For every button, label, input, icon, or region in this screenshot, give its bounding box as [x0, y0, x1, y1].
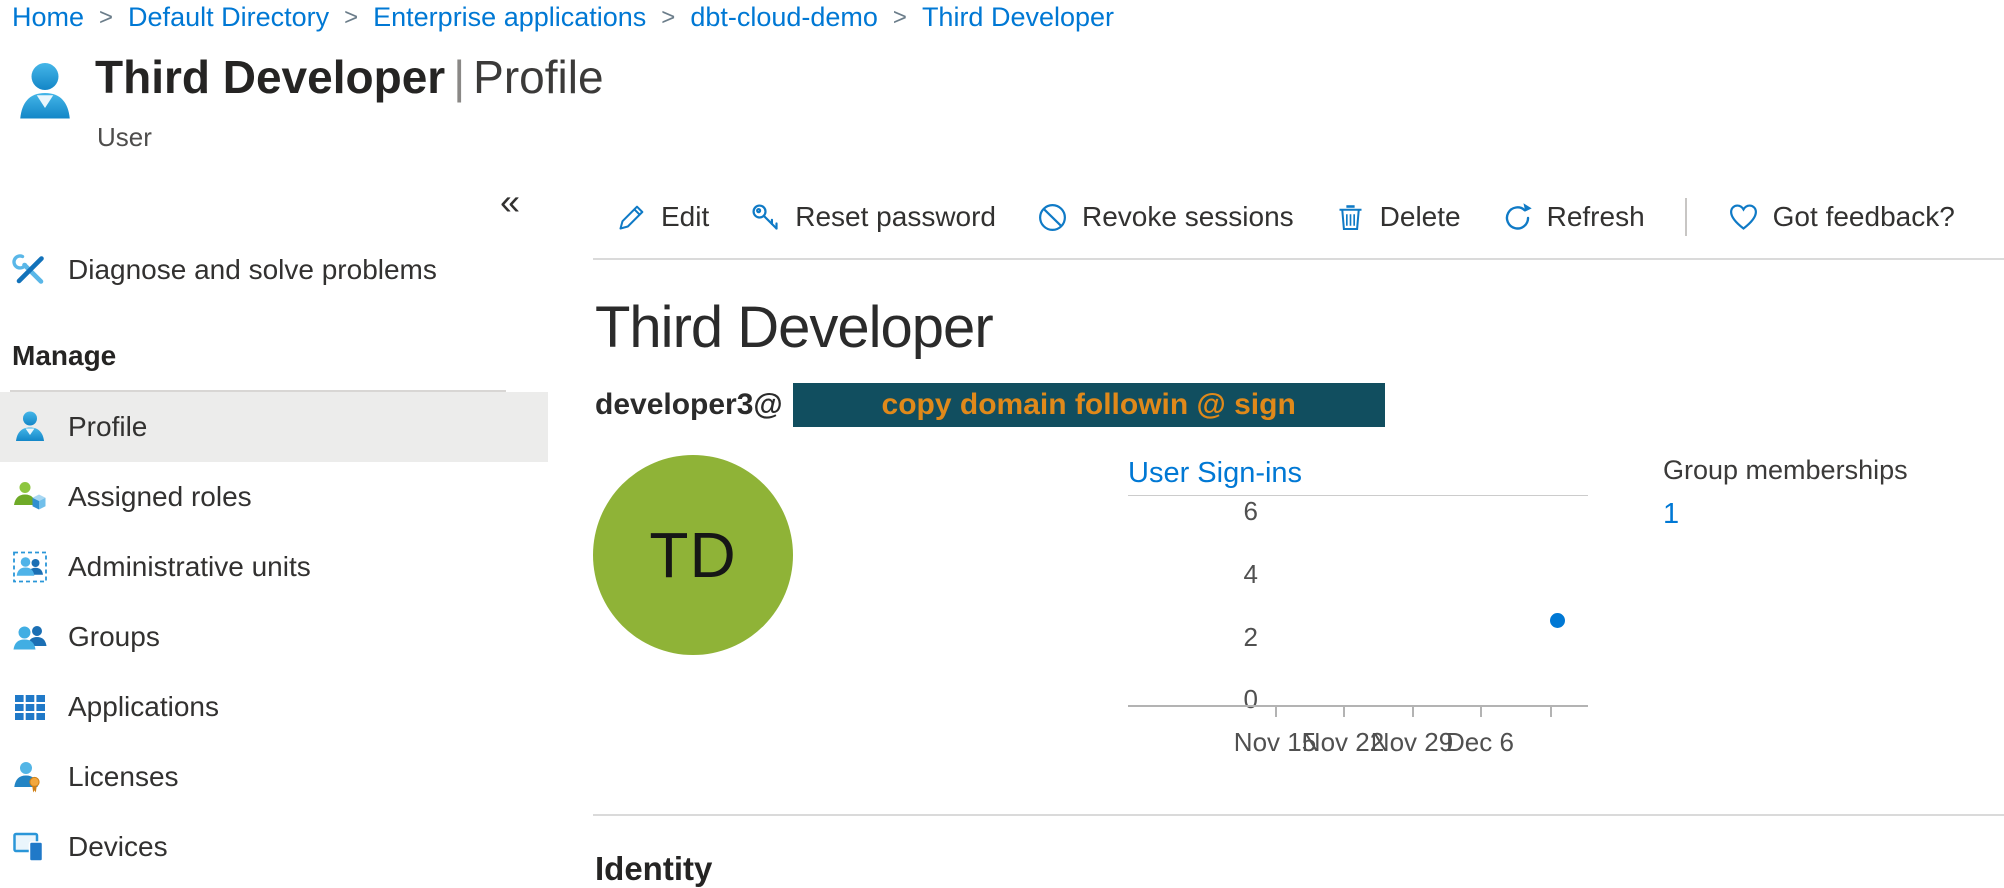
chevron-right-icon: >: [344, 4, 358, 32]
chevron-right-icon: >: [99, 4, 113, 32]
sidebar-item-administrative-units[interactable]: Administrative units: [0, 532, 548, 602]
toolbar-rule: [593, 258, 2004, 260]
sidebar-manage-list: Profile Assigned roles Administrative un: [0, 392, 548, 882]
breadcrumb-dbt-cloud-demo[interactable]: dbt-cloud-demo: [690, 2, 878, 33]
edit-button[interactable]: Edit: [615, 201, 709, 234]
trash-icon: [1334, 201, 1367, 234]
page-title-section: Profile: [473, 51, 603, 103]
breadcrumb-default-directory[interactable]: Default Directory: [128, 2, 329, 33]
reset-password-label: Reset password: [795, 201, 996, 233]
reset-password-button[interactable]: Reset password: [749, 201, 996, 234]
avatar-initials: TD: [649, 518, 736, 592]
group-memberships-block: Group memberships 1: [1663, 455, 1908, 531]
revoke-sessions-button[interactable]: Revoke sessions: [1036, 201, 1294, 234]
breadcrumb-enterprise-applications[interactable]: Enterprise applications: [373, 2, 646, 33]
y-axis-tick: 6: [1128, 496, 1258, 527]
chevron-right-icon: >: [661, 4, 675, 32]
sidebar-item-label: Licenses: [68, 761, 179, 793]
y-axis-tick: 2: [1128, 622, 1258, 653]
assigned-roles-icon: [12, 479, 48, 515]
group-memberships-label: Group memberships: [1663, 455, 1908, 486]
section-rule: [593, 814, 2004, 816]
sidebar-item-diagnose[interactable]: Diagnose and solve problems: [0, 240, 560, 300]
breadcrumb: Home > Default Directory > Enterprise ap…: [12, 2, 1114, 33]
sidebar-item-applications[interactable]: Applications: [0, 672, 548, 742]
groups-icon: [12, 619, 48, 655]
refresh-icon: [1501, 201, 1534, 234]
sidebar-item-assigned-roles[interactable]: Assigned roles: [0, 462, 548, 532]
sidebar-item-label: Profile: [68, 411, 147, 443]
user-icon: [12, 409, 48, 445]
got-feedback-button[interactable]: Got feedback?: [1727, 201, 1955, 234]
sidebar-item-label: Devices: [68, 831, 168, 863]
licenses-icon: [12, 759, 48, 795]
administrative-units-icon: [12, 549, 48, 585]
x-axis-line: [1128, 705, 1588, 707]
user-display-name: Third Developer: [595, 294, 993, 361]
chart-title-link[interactable]: User Sign-ins: [1128, 457, 1302, 490]
user-icon: [18, 60, 72, 136]
sidebar-item-label: Applications: [68, 691, 219, 723]
x-axis-tick-mark: [1480, 707, 1482, 717]
sidebar-item-label: Administrative units: [68, 551, 311, 583]
signin-data-point: [1550, 613, 1565, 628]
user-signins-chart: User Sign-ins 6 4 2 0 Nov 15 Nov 22 Nov …: [1128, 455, 1668, 785]
command-bar: Edit Reset password Revoke sessions: [595, 192, 2004, 242]
x-axis-tick: Dec 6: [1420, 727, 1540, 758]
devices-icon: [12, 829, 48, 865]
toolbar-divider: [1685, 198, 1687, 236]
heart-icon: [1727, 201, 1760, 234]
edit-label: Edit: [661, 201, 709, 233]
breadcrumb-third-developer[interactable]: Third Developer: [922, 2, 1114, 33]
sidebar-section-manage: Manage: [12, 340, 116, 372]
sidebar-item-devices[interactable]: Devices: [0, 812, 548, 882]
y-axis-tick: 4: [1128, 559, 1258, 590]
revoke-sessions-label: Revoke sessions: [1082, 201, 1294, 233]
x-axis-tick-mark: [1550, 707, 1552, 717]
group-memberships-count-link[interactable]: 1: [1663, 498, 1908, 531]
page-title: Third Developer|Profile: [95, 50, 604, 104]
x-axis-tick-mark: [1412, 707, 1414, 717]
y-axis-tick: 0: [1128, 684, 1258, 715]
sidebar-item-licenses[interactable]: Licenses: [0, 742, 548, 812]
avatar: TD: [593, 455, 793, 655]
sidebar-item-label: Diagnose and solve problems: [68, 254, 437, 286]
got-feedback-label: Got feedback?: [1773, 201, 1955, 233]
applications-grid-icon: [12, 689, 48, 725]
delete-label: Delete: [1380, 201, 1461, 233]
collapse-sidebar-button[interactable]: «: [500, 184, 520, 220]
page-title-name: Third Developer: [95, 51, 445, 103]
upn-prefix: developer3@: [595, 388, 783, 422]
block-icon: [1036, 201, 1069, 234]
sidebar-item-label: Groups: [68, 621, 160, 653]
page-subtitle: User: [97, 122, 152, 153]
sidebar-item-label: Assigned roles: [68, 481, 252, 513]
title-separator: |: [445, 51, 473, 103]
redaction-overlay: copy domain followin @ sign: [793, 383, 1385, 427]
sidebar-item-profile[interactable]: Profile: [0, 392, 548, 462]
sidebar-item-groups[interactable]: Groups: [0, 602, 548, 672]
x-axis-tick-mark: [1343, 707, 1345, 717]
user-principal-name: developer3@ copy domain followin @ sign: [595, 383, 1385, 427]
diagnose-tools-icon: [12, 252, 48, 288]
delete-button[interactable]: Delete: [1334, 201, 1461, 234]
key-icon: [749, 201, 782, 234]
breadcrumb-home[interactable]: Home: [12, 2, 84, 33]
refresh-button[interactable]: Refresh: [1501, 201, 1645, 234]
refresh-label: Refresh: [1547, 201, 1645, 233]
chevron-right-icon: >: [893, 4, 907, 32]
x-axis-tick-mark: [1275, 707, 1277, 717]
pencil-icon: [615, 201, 648, 234]
identity-heading: Identity: [595, 850, 712, 888]
